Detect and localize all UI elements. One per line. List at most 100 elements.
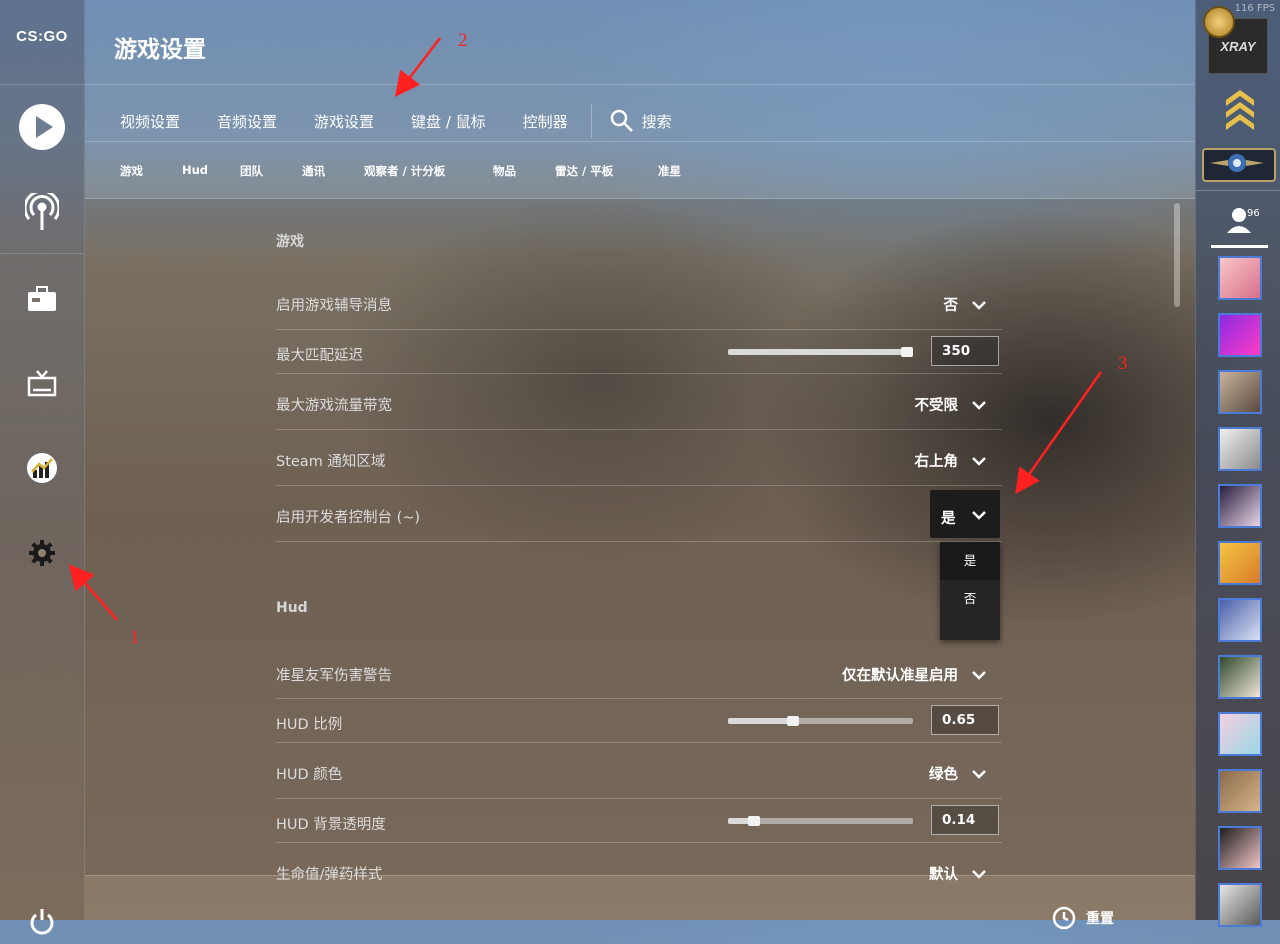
friends-count: 96: [1247, 208, 1260, 219]
tabs-divider-line: [85, 141, 1194, 142]
nav-divider: [0, 84, 84, 85]
friend-avatar[interactable]: [1218, 256, 1262, 300]
header-divider: [85, 84, 1194, 85]
tab-keyboard-mouse[interactable]: 键盘 / 鼠标: [411, 111, 486, 132]
nav-divider: [0, 253, 84, 254]
setting-row[interactable]: HUD 颜色 绿色: [276, 742, 1002, 799]
value-input[interactable]: 0.65: [931, 705, 999, 735]
setting-row[interactable]: Steam 通知区域 右上角: [276, 429, 1002, 486]
service-medal-icon: [1203, 6, 1235, 38]
subtab-spectator-scoreboard[interactable]: 观察者 / 计分板: [364, 163, 493, 179]
subtab-radar-tablet[interactable]: 雷达 / 平板: [555, 163, 658, 179]
friend-avatar[interactable]: [1218, 427, 1262, 471]
setting-row[interactable]: 准星友军伤害警告 仅在默认准星启用: [276, 646, 1002, 699]
slider[interactable]: [728, 716, 913, 726]
footer-divider: [85, 875, 1194, 876]
setting-value: 是: [941, 511, 956, 527]
csgo-logo: CS:GO: [16, 28, 68, 45]
setting-label: 启用游戏辅导消息: [276, 298, 392, 314]
stats-icon[interactable]: [18, 444, 66, 492]
section-title-game: 游戏: [276, 234, 304, 250]
friend-avatar[interactable]: [1218, 484, 1262, 528]
settings-gear-icon[interactable]: [18, 529, 66, 577]
friend-avatar[interactable]: [1218, 598, 1262, 642]
setting-row: HUD 比例 0.65: [276, 698, 1002, 743]
chevron-down-icon: [972, 670, 986, 680]
setting-label: 准星友军伤害警告: [276, 668, 392, 684]
setting-label: 最大匹配延迟: [276, 348, 363, 364]
dropdown-options-list: 是 否: [940, 542, 1000, 640]
setting-label: Steam 通知区域: [276, 454, 386, 470]
slider-handle[interactable]: [748, 816, 760, 826]
value-input[interactable]: 0.14: [931, 805, 999, 835]
setting-dropdown[interactable]: 仅在默认准星启用: [842, 664, 986, 685]
setting-value: 右上角: [914, 454, 959, 470]
clock-reset-icon: [1052, 906, 1076, 930]
page-title: 游戏设置: [114, 37, 206, 63]
power-icon[interactable]: [18, 896, 66, 944]
setting-value: 仅在默认准星启用: [842, 668, 958, 684]
setting-value: 否: [943, 298, 959, 314]
chevron-down-icon: [972, 869, 986, 879]
friend-avatar[interactable]: [1218, 541, 1262, 585]
setting-label: HUD 背景透明度: [276, 817, 386, 833]
setting-dropdown[interactable]: 否: [944, 294, 987, 315]
left-navigation: CS:GO: [0, 0, 85, 935]
friend-avatar[interactable]: [1218, 313, 1262, 357]
developer-console-dropdown[interactable]: 是: [930, 490, 1000, 538]
tab-controller[interactable]: 控制器: [523, 111, 568, 132]
subtab-team[interactable]: 团队: [240, 163, 302, 179]
play-icon[interactable]: [18, 103, 66, 151]
subtab-hud[interactable]: Hud: [182, 163, 240, 179]
slider-handle[interactable]: [901, 347, 913, 357]
inventory-icon[interactable]: [18, 275, 66, 323]
setting-dropdown[interactable]: 不受限: [915, 394, 987, 415]
setting-label: 生命值/弹药样式: [276, 867, 383, 883]
subtab-items[interactable]: 物品: [493, 163, 555, 179]
watch-tv-icon[interactable]: [18, 360, 66, 408]
slider-handle[interactable]: [787, 716, 799, 726]
friend-avatar[interactable]: [1218, 655, 1262, 699]
setting-row[interactable]: 最大游戏流量带宽 不受限: [276, 373, 1002, 430]
scrollbar[interactable]: [1174, 203, 1180, 307]
slider-fill: [728, 718, 793, 724]
value-input[interactable]: 350: [931, 336, 999, 366]
tab-game-settings[interactable]: 游戏设置: [314, 111, 374, 132]
dropdown-option-no[interactable]: 否: [940, 580, 1000, 618]
setting-row: HUD 背景透明度 0.14: [276, 798, 1002, 843]
subtab-game[interactable]: 游戏: [120, 163, 182, 179]
search-button[interactable]: 搜索: [610, 109, 672, 133]
friend-avatar[interactable]: [1218, 712, 1262, 756]
friend-avatar[interactable]: [1218, 826, 1262, 870]
reset-button[interactable]: 重置: [1052, 906, 1114, 930]
setting-row[interactable]: 启用游戏辅导消息 否: [276, 283, 1002, 330]
friend-avatar[interactable]: [1218, 370, 1262, 414]
setting-value: 绿色: [929, 767, 958, 783]
setting-label: 启用开发者控制台 (~): [276, 510, 421, 526]
dropdown-option-yes[interactable]: 是: [940, 542, 1000, 580]
broadcast-icon[interactable]: [18, 188, 66, 236]
subtab-communication[interactable]: 通讯: [302, 163, 364, 179]
setting-row[interactable]: 启用开发者控制台 (~): [276, 485, 1002, 542]
setting-row[interactable]: 生命值/弹药样式 默认: [276, 842, 1002, 883]
chevron-down-icon: [972, 300, 986, 310]
slider-fill: [728, 349, 907, 355]
friend-avatar[interactable]: [1218, 883, 1262, 927]
friend-avatar[interactable]: [1218, 769, 1262, 813]
chevron-down-icon: [972, 456, 986, 466]
right-panel-divider: [1196, 190, 1280, 191]
slider[interactable]: [728, 347, 913, 357]
setting-dropdown[interactable]: 绿色: [929, 763, 986, 784]
subtabs: 游戏 Hud 团队 通讯 观察者 / 计分板 物品 雷达 / 平板 准星: [120, 163, 681, 179]
setting-row: 最大匹配延迟 350: [276, 329, 1002, 374]
tab-video-settings[interactable]: 视频设置: [120, 111, 180, 132]
search-label: 搜索: [641, 112, 672, 131]
chevron-down-icon: [972, 769, 986, 779]
subtab-crosshair[interactable]: 准星: [658, 163, 681, 179]
competitive-rank-badge-icon[interactable]: [1202, 148, 1276, 182]
slider[interactable]: [728, 816, 913, 826]
tab-audio-settings[interactable]: 音频设置: [217, 111, 277, 132]
setting-dropdown[interactable]: 默认: [929, 863, 986, 884]
setting-label: HUD 比例: [276, 717, 343, 733]
setting-dropdown[interactable]: 右上角: [915, 450, 987, 471]
